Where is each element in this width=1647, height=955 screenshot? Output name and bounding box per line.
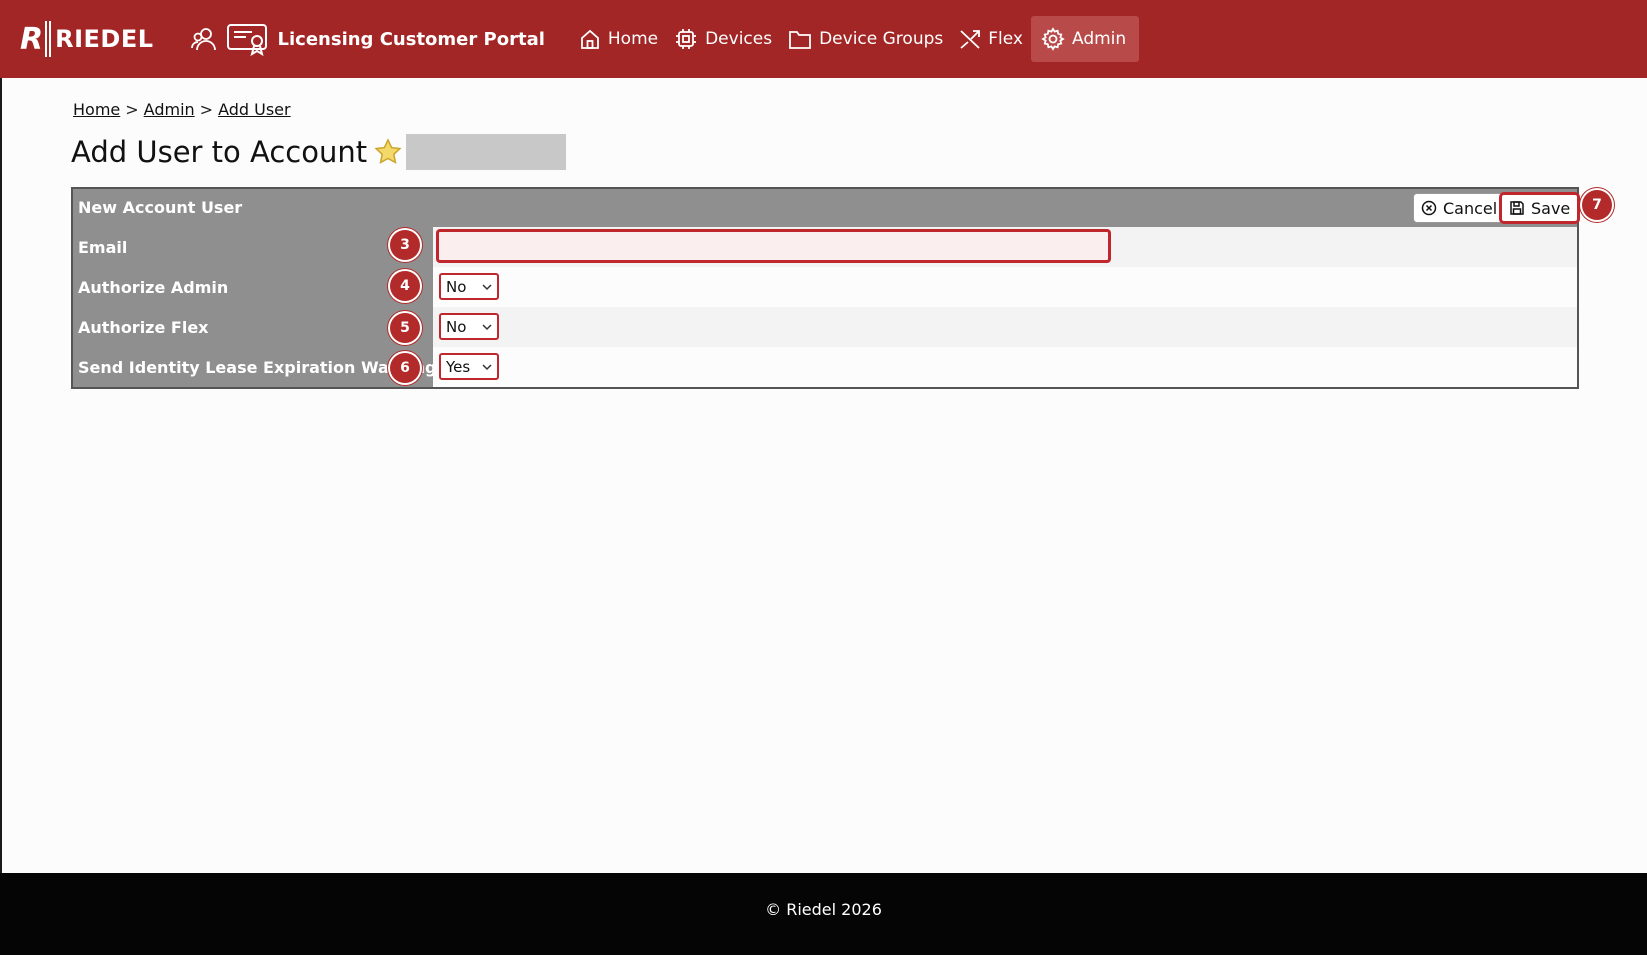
- authorize-flex-cell: No: [433, 307, 1577, 347]
- top-navbar: R RIEDEL Licensing Customer Portal Home …: [0, 0, 1647, 78]
- send-warning-select[interactable]: Yes: [439, 353, 499, 380]
- copyright-text: © Riedel 2026: [765, 900, 882, 919]
- breadcrumb: Home > Admin > Add User: [73, 100, 291, 119]
- save-button-label: Save: [1531, 198, 1571, 218]
- form-row-authorize-admin: Authorize Admin No: [73, 267, 1577, 307]
- panel-header: New Account User Cancel Save: [73, 189, 1580, 227]
- email-field[interactable]: [437, 230, 1110, 262]
- panel-title: New Account User: [78, 198, 243, 217]
- nav-flex[interactable]: Flex: [951, 16, 1031, 62]
- authorize-admin-label: Authorize Admin: [73, 267, 433, 307]
- shuffle-icon: [960, 30, 981, 49]
- home-icon: [580, 29, 599, 49]
- users-icon: [190, 24, 220, 54]
- nav-device-groups-label: Device Groups: [819, 29, 944, 49]
- license-certificate-icon: [226, 22, 268, 56]
- authorize-flex-label: Authorize Flex: [73, 307, 433, 347]
- chevron-down-icon: [482, 284, 492, 291]
- chevron-down-icon: [482, 324, 492, 331]
- send-warning-value: Yes: [446, 357, 471, 376]
- authorize-flex-value: No: [446, 317, 467, 336]
- step-marker-3: 3: [390, 230, 420, 260]
- gear-icon: [1041, 27, 1065, 51]
- authorize-admin-cell: No: [433, 267, 1577, 307]
- form-row-authorize-flex: Authorize Flex No: [73, 307, 1577, 347]
- breadcrumb-admin[interactable]: Admin: [144, 100, 195, 119]
- breadcrumb-separator: >: [199, 100, 214, 119]
- send-warning-label: Send Identity Lease Expiration Warning E: [73, 347, 433, 387]
- nav-admin[interactable]: Admin: [1030, 16, 1140, 62]
- breadcrumb-home[interactable]: Home: [73, 100, 120, 119]
- chevron-down-icon: [482, 364, 492, 371]
- nav-devices[interactable]: Devices: [666, 16, 780, 62]
- step-marker-4: 4: [390, 271, 420, 301]
- step-marker-6: 6: [390, 353, 420, 383]
- save-button[interactable]: Save: [1500, 193, 1580, 223]
- cancel-button-label: Cancel: [1443, 198, 1498, 218]
- riedel-logo[interactable]: R RIEDEL: [20, 19, 154, 59]
- footer: © Riedel 2026: [0, 873, 1647, 955]
- authorize-flex-select[interactable]: No: [439, 313, 499, 340]
- nav-home[interactable]: Home: [571, 16, 666, 62]
- page-title: Add User to Account: [71, 135, 368, 169]
- main-nav: Home Devices Device Groups Flex Admin: [571, 16, 1140, 62]
- new-account-user-panel: New Account User Cancel Save Email Autho…: [71, 187, 1580, 389]
- email-label: Email: [73, 227, 433, 267]
- folder-icon: [789, 31, 811, 49]
- logo-text: RIEDEL: [55, 25, 154, 53]
- logo-mark: R: [20, 21, 43, 57]
- breadcrumb-separator: >: [125, 100, 139, 119]
- form-row-email: Email: [73, 227, 1577, 267]
- logo-divider: [45, 21, 52, 57]
- authorize-admin-select[interactable]: No: [439, 273, 499, 300]
- nav-devices-label: Devices: [705, 29, 773, 49]
- page-title-row: Add User to Account: [71, 134, 567, 170]
- nav-home-label: Home: [607, 29, 659, 49]
- star-icon: [373, 137, 403, 167]
- chip-icon: [676, 29, 697, 49]
- authorize-admin-value: No: [446, 277, 467, 296]
- nav-device-groups[interactable]: Device Groups: [780, 16, 951, 62]
- breadcrumb-add-user[interactable]: Add User: [218, 100, 291, 119]
- step-marker-7: 7: [1582, 190, 1612, 220]
- redacted-account-name: [406, 134, 567, 170]
- nav-admin-label: Admin: [1071, 29, 1127, 49]
- send-warning-cell: Yes: [433, 347, 1577, 387]
- cancel-button[interactable]: Cancel: [1413, 193, 1506, 223]
- floppy-disk-icon: [1510, 201, 1524, 215]
- cancel-circle-icon: [1421, 200, 1437, 216]
- form-row-send-warning: Send Identity Lease Expiration Warning E…: [73, 347, 1577, 387]
- portal-title: Licensing Customer Portal: [277, 28, 545, 50]
- nav-flex-label: Flex: [988, 29, 1023, 49]
- email-field-cell: [433, 227, 1577, 267]
- portal-header: Licensing Customer Portal: [190, 22, 545, 56]
- step-marker-5: 5: [390, 313, 420, 343]
